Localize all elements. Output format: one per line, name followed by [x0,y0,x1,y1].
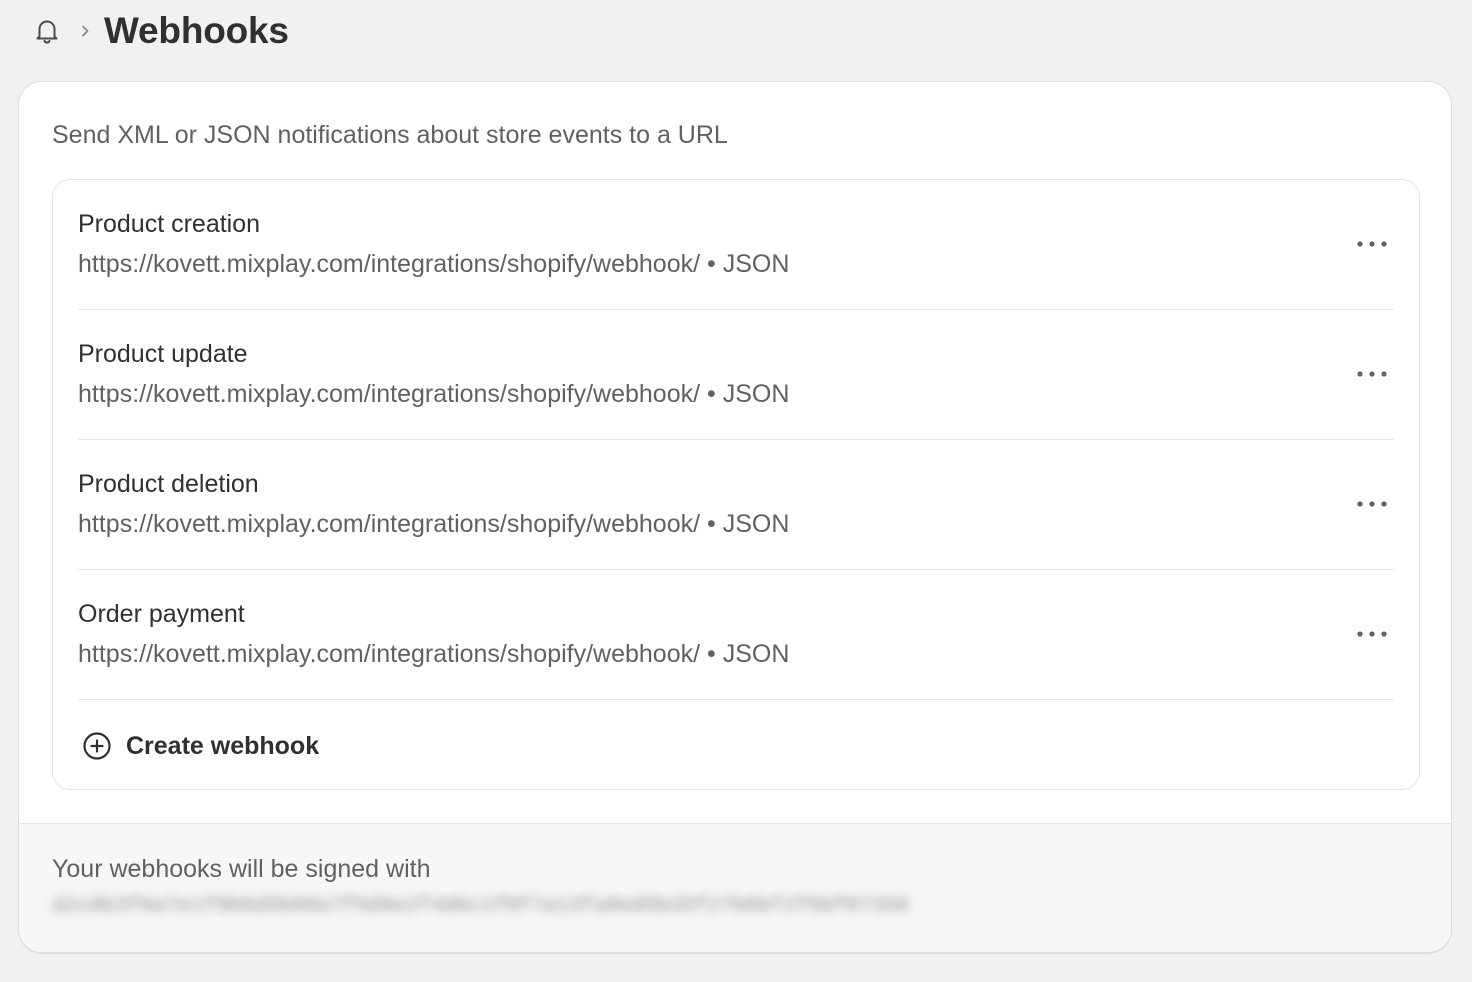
signing-label: Your webhooks will be signed with [52,855,431,883]
create-webhook-button[interactable]: Create webhook [82,726,319,766]
webhook-row-product-creation[interactable]: Product creation https://kovett.mixplay.… [78,180,1394,310]
webhook-url-format: https://kovett.mixplay.com/integrations/… [78,250,790,278]
more-horizontal-icon[interactable] [1350,224,1394,264]
more-horizontal-icon[interactable] [1350,614,1394,654]
webhook-url-format: https://kovett.mixplay.com/integrations/… [78,380,790,408]
plus-circle-icon [82,731,112,761]
webhook-event: Product creation [78,210,261,238]
chevron-right-icon [76,20,94,42]
webhooks-card: Send XML or JSON notifications about sto… [18,81,1452,953]
bell-icon[interactable] [30,14,64,48]
more-horizontal-icon[interactable] [1350,354,1394,394]
more-horizontal-icon[interactable] [1350,484,1394,524]
webhook-row-product-deletion[interactable]: Product deletion https://kovett.mixplay.… [78,440,1394,570]
page-header: Webhooks [0,0,1472,62]
webhook-row-order-payment[interactable]: Order payment https://kovett.mixplay.com… [78,570,1394,700]
signing-footer: Your webhooks will be signed with d2c8b3… [19,823,1451,952]
page-title: Webhooks [104,10,289,51]
webhook-url-format: https://kovett.mixplay.com/integrations/… [78,640,790,668]
webhook-event: Product deletion [78,470,259,498]
card-description: Send XML or JSON notifications about sto… [52,121,728,149]
create-webhook-label: Create webhook [126,732,320,760]
webhook-list: Product creation https://kovett.mixplay.… [52,179,1420,790]
webhook-event: Order payment [78,600,245,628]
signing-secret[interactable]: d2c8b3f6a7e1f9b6d5b88a7f5d9e2f4d6c1f0f7a… [52,894,909,920]
webhook-url-format: https://kovett.mixplay.com/integrations/… [78,510,790,538]
webhook-row-product-update[interactable]: Product update https://kovett.mixplay.co… [78,310,1394,440]
webhook-event: Product update [78,340,248,368]
